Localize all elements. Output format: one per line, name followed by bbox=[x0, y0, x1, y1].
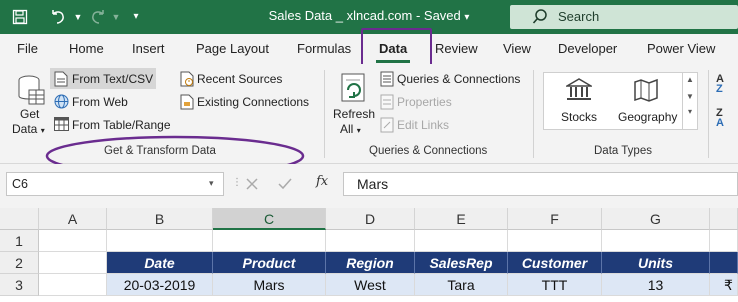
separator bbox=[533, 70, 534, 158]
tab-formulas[interactable]: Formulas bbox=[297, 41, 351, 56]
refresh-label-1[interactable]: Refresh bbox=[333, 107, 375, 121]
cancel-icon[interactable] bbox=[246, 178, 258, 190]
table-cell[interactable]: West bbox=[326, 274, 415, 296]
cell-h1[interactable] bbox=[710, 230, 738, 252]
geography-icon[interactable] bbox=[633, 78, 659, 105]
column-header-f[interactable]: F bbox=[508, 208, 602, 230]
cell-g1[interactable] bbox=[602, 230, 710, 252]
tab-file[interactable]: File bbox=[17, 41, 38, 56]
enter-icon[interactable] bbox=[278, 178, 292, 190]
spreadsheet-grid: A B C D E F G 1 2 3 Date Product Region … bbox=[0, 208, 738, 302]
search-placeholder: Search bbox=[558, 9, 600, 24]
sort-a-z-icon[interactable]: AZ bbox=[716, 74, 724, 95]
group-label-data-types: Data Types bbox=[594, 145, 652, 157]
group-label-queries: Queries & Connections bbox=[369, 145, 488, 157]
separator bbox=[708, 70, 709, 158]
refresh-label-2[interactable]: All ▾ bbox=[340, 122, 361, 136]
table-header-cell[interactable] bbox=[710, 252, 738, 274]
table-header-cell[interactable]: Product bbox=[213, 252, 326, 274]
cell-a1[interactable] bbox=[39, 230, 107, 252]
table-icon[interactable] bbox=[54, 117, 69, 134]
row-header-1[interactable]: 1 bbox=[0, 230, 39, 252]
cell-c1[interactable] bbox=[213, 230, 326, 252]
table-header-cell[interactable]: SalesRep bbox=[415, 252, 508, 274]
existing-connections-button[interactable]: Existing Connections bbox=[197, 95, 309, 109]
tab-power-view[interactable]: Power View bbox=[647, 41, 715, 56]
row-header-3[interactable]: 3 bbox=[0, 274, 39, 296]
separator bbox=[324, 70, 325, 158]
name-box-value: C6 bbox=[12, 177, 28, 191]
recent-sources-icon[interactable] bbox=[180, 71, 194, 90]
name-box[interactable]: C6 ▾ bbox=[6, 172, 224, 196]
column-header-c[interactable]: C bbox=[213, 208, 326, 230]
gallery-down-icon[interactable]: ▼ bbox=[683, 92, 697, 101]
grip-icon: ⋮ bbox=[232, 177, 242, 188]
search-box[interactable]: Search bbox=[510, 5, 738, 29]
tab-page-layout[interactable]: Page Layout bbox=[196, 41, 269, 56]
table-header-cell[interactable]: Units bbox=[602, 252, 710, 274]
gallery-scroll[interactable]: ▲ ▼ ▾ bbox=[682, 73, 697, 129]
tab-insert[interactable]: Insert bbox=[132, 41, 165, 56]
edit-links-icon[interactable] bbox=[380, 117, 394, 136]
web-icon[interactable] bbox=[54, 94, 69, 112]
cell-a2[interactable] bbox=[39, 252, 107, 274]
column-header-b[interactable]: B bbox=[107, 208, 213, 230]
column-header-e[interactable]: E bbox=[415, 208, 508, 230]
get-data-label-1[interactable]: Get bbox=[20, 107, 39, 121]
tab-view[interactable]: View bbox=[503, 41, 531, 56]
row-header-2[interactable]: 2 bbox=[0, 252, 39, 274]
get-data-icon[interactable] bbox=[16, 74, 46, 109]
ribbon: Get Data ▾ From Text/CSV From Web From T… bbox=[0, 64, 738, 177]
formula-value: Mars bbox=[357, 176, 389, 192]
existing-connections-icon[interactable] bbox=[180, 94, 194, 113]
column-header-h[interactable] bbox=[710, 208, 738, 230]
column-header-d[interactable]: D bbox=[326, 208, 415, 230]
stocks-icon[interactable] bbox=[564, 78, 594, 105]
from-table-range-button[interactable]: From Table/Range bbox=[72, 118, 171, 132]
cell-e1[interactable] bbox=[415, 230, 508, 252]
tab-developer[interactable]: Developer bbox=[558, 41, 617, 56]
text-file-icon bbox=[54, 71, 68, 90]
table-header-cell[interactable]: Region bbox=[326, 252, 415, 274]
formula-bar: C6 ▾ ⋮ fx Mars bbox=[0, 164, 738, 208]
data-tab-annotation-box bbox=[361, 28, 432, 66]
table-cell[interactable]: 13 bbox=[602, 274, 710, 296]
tab-review[interactable]: Review bbox=[435, 41, 478, 56]
table-cell[interactable]: Tara bbox=[415, 274, 508, 296]
search-icon bbox=[532, 9, 547, 24]
geography-button[interactable]: Geography bbox=[618, 110, 677, 124]
select-all-corner[interactable] bbox=[0, 208, 39, 230]
table-header-cell[interactable]: Date bbox=[107, 252, 213, 274]
tab-home[interactable]: Home bbox=[69, 41, 104, 56]
stocks-button[interactable]: Stocks bbox=[561, 110, 597, 124]
cell-b1[interactable] bbox=[107, 230, 213, 252]
recent-sources-button[interactable]: Recent Sources bbox=[197, 72, 282, 86]
gallery-up-icon[interactable]: ▲ bbox=[683, 75, 697, 84]
properties-button[interactable]: Properties bbox=[397, 95, 452, 109]
table-cell[interactable]: 20-03-2019 bbox=[107, 274, 213, 296]
formula-buttons: ⋮ fx bbox=[230, 172, 340, 196]
column-header-a[interactable]: A bbox=[39, 208, 107, 230]
refresh-all-icon[interactable] bbox=[340, 72, 368, 107]
name-box-dropdown-icon[interactable]: ▾ bbox=[209, 178, 214, 189]
from-text-csv-label: From Text/CSV bbox=[72, 72, 154, 86]
sort-z-a-icon[interactable]: ZA bbox=[716, 108, 724, 129]
properties-icon[interactable] bbox=[380, 94, 394, 113]
column-header-g[interactable]: G bbox=[602, 208, 710, 230]
table-cell[interactable]: Mars bbox=[213, 274, 326, 296]
queries-connections-icon[interactable] bbox=[380, 71, 394, 90]
cell-a3[interactable] bbox=[39, 274, 107, 296]
table-header-cell[interactable]: Customer bbox=[508, 252, 602, 274]
edit-links-button[interactable]: Edit Links bbox=[397, 118, 449, 132]
from-web-button[interactable]: From Web bbox=[72, 95, 128, 109]
insert-function-icon[interactable]: fx bbox=[316, 174, 328, 189]
queries-connections-button[interactable]: Queries & Connections bbox=[397, 72, 520, 86]
cell-d1[interactable] bbox=[326, 230, 415, 252]
gallery-more-icon[interactable]: ▾ bbox=[683, 107, 697, 116]
cell-f1[interactable] bbox=[508, 230, 602, 252]
table-cell[interactable]: TTT bbox=[508, 274, 602, 296]
table-cell[interactable]: ₹ bbox=[710, 274, 738, 296]
get-data-label-2[interactable]: Data ▾ bbox=[12, 122, 45, 136]
formula-input[interactable]: Mars bbox=[343, 172, 738, 196]
